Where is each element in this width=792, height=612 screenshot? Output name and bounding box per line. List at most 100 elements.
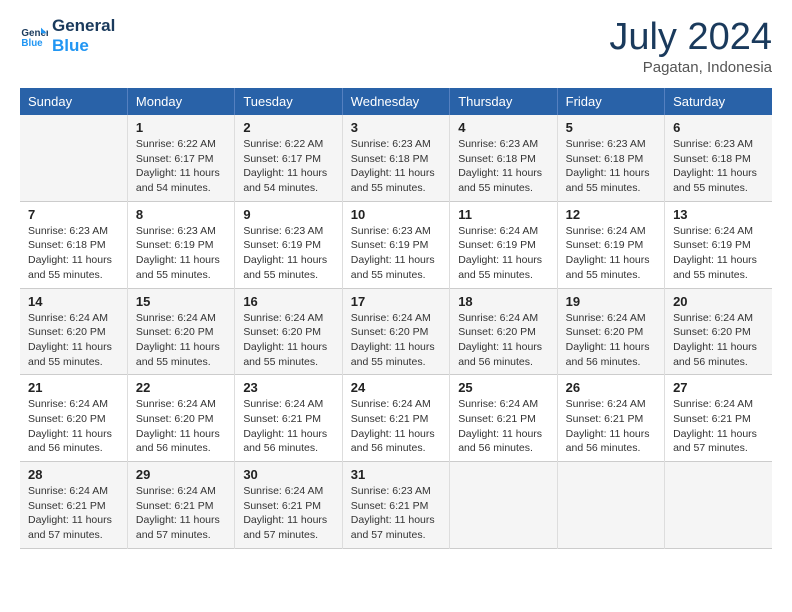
day-number: 31 — [351, 467, 441, 482]
day-info: Sunrise: 6:23 AMSunset: 6:19 PMDaylight:… — [351, 224, 441, 283]
day-info: Sunrise: 6:24 AMSunset: 6:19 PMDaylight:… — [458, 224, 548, 283]
day-number: 7 — [28, 207, 119, 222]
calendar-cell: 24 Sunrise: 6:24 AMSunset: 6:21 PMDayligh… — [342, 375, 449, 462]
day-number: 26 — [566, 380, 656, 395]
calendar-cell — [450, 462, 557, 549]
day-info: Sunrise: 6:24 AMSunset: 6:20 PMDaylight:… — [28, 311, 119, 370]
calendar-cell: 19 Sunrise: 6:24 AMSunset: 6:20 PMDayligh… — [557, 288, 664, 375]
weekday-header-friday: Friday — [557, 88, 664, 115]
calendar-cell: 31 Sunrise: 6:23 AMSunset: 6:21 PMDayligh… — [342, 462, 449, 549]
logo: General Blue General Blue — [20, 16, 115, 57]
calendar-cell: 28Sunrise: 6:24 AMSunset: 6:21 PMDayligh… — [20, 462, 127, 549]
day-info: Sunrise: 6:24 AMSunset: 6:20 PMDaylight:… — [458, 311, 548, 370]
day-number: 8 — [136, 207, 226, 222]
calendar-cell: 17 Sunrise: 6:24 AMSunset: 6:20 PMDayligh… — [342, 288, 449, 375]
logo-line1: General — [52, 16, 115, 36]
day-number: 12 — [566, 207, 656, 222]
day-number: 5 — [566, 120, 656, 135]
day-info: Sunrise: 6:24 AMSunset: 6:20 PMDaylight:… — [351, 311, 441, 370]
day-info: Sunrise: 6:24 AMSunset: 6:21 PMDaylight:… — [458, 397, 548, 456]
calendar-week-row: 14 Sunrise: 6:24 AMSunset: 6:20 PMDayligh… — [20, 288, 772, 375]
calendar-cell: 13 Sunrise: 6:24 AMSunset: 6:19 PMDayligh… — [665, 201, 772, 288]
day-number: 25 — [458, 380, 548, 395]
day-info: Sunrise: 6:24 AMSunset: 6:19 PMDaylight:… — [566, 224, 656, 283]
calendar-cell — [20, 115, 127, 201]
page-header: General Blue General Blue July 2024 Paga… — [20, 16, 772, 76]
day-number: 22 — [136, 380, 226, 395]
calendar-cell: 25 Sunrise: 6:24 AMSunset: 6:21 PMDayligh… — [450, 375, 557, 462]
day-info: Sunrise: 6:24 AMSunset: 6:20 PMDaylight:… — [673, 311, 764, 370]
calendar-cell: 1 Sunrise: 6:22 AMSunset: 6:17 PMDaylight… — [127, 115, 234, 201]
day-info: Sunrise: 6:24 AMSunset: 6:20 PMDaylight:… — [566, 311, 656, 370]
day-info: Sunrise: 6:22 AMSunset: 6:17 PMDaylight:… — [136, 137, 226, 196]
weekday-header-saturday: Saturday — [665, 88, 772, 115]
day-info: Sunrise: 6:23 AMSunset: 6:18 PMDaylight:… — [458, 137, 548, 196]
title-area: July 2024 Pagatan, Indonesia — [609, 16, 772, 76]
day-info: Sunrise: 6:24 AMSunset: 6:21 PMDaylight:… — [673, 397, 764, 456]
day-number: 18 — [458, 294, 548, 309]
day-number: 1 — [136, 120, 226, 135]
day-number: 28 — [28, 467, 119, 482]
calendar-cell: 15 Sunrise: 6:24 AMSunset: 6:20 PMDayligh… — [127, 288, 234, 375]
weekday-header-thursday: Thursday — [450, 88, 557, 115]
day-number: 29 — [136, 467, 226, 482]
day-number: 23 — [243, 380, 333, 395]
calendar-week-row: 7 Sunrise: 6:23 AMSunset: 6:18 PMDaylight… — [20, 201, 772, 288]
calendar-cell: 14 Sunrise: 6:24 AMSunset: 6:20 PMDayligh… — [20, 288, 127, 375]
calendar-cell — [557, 462, 664, 549]
calendar-cell: 6 Sunrise: 6:23 AMSunset: 6:18 PMDaylight… — [665, 115, 772, 201]
day-info: Sunrise: 6:24 AMSunset: 6:20 PMDaylight:… — [136, 311, 226, 370]
calendar-cell: 8 Sunrise: 6:23 AMSunset: 6:19 PMDaylight… — [127, 201, 234, 288]
calendar-cell — [665, 462, 772, 549]
day-info: Sunrise: 6:23 AMSunset: 6:18 PMDaylight:… — [673, 137, 764, 196]
day-number: 27 — [673, 380, 764, 395]
calendar-cell: 2 Sunrise: 6:22 AMSunset: 6:17 PMDaylight… — [235, 115, 342, 201]
calendar-week-row: 28Sunrise: 6:24 AMSunset: 6:21 PMDayligh… — [20, 462, 772, 549]
calendar-table: SundayMondayTuesdayWednesdayThursdayFrid… — [20, 88, 772, 549]
calendar-cell: 4 Sunrise: 6:23 AMSunset: 6:18 PMDaylight… — [450, 115, 557, 201]
day-info: Sunrise: 6:23 AMSunset: 6:21 PMDaylight:… — [351, 484, 441, 543]
day-info: Sunrise: 6:24 AMSunset: 6:19 PMDaylight:… — [673, 224, 764, 283]
location: Pagatan, Indonesia — [609, 59, 772, 76]
day-number: 16 — [243, 294, 333, 309]
day-info: Sunrise: 6:23 AMSunset: 6:18 PMDaylight:… — [351, 137, 441, 196]
calendar-week-row: 1 Sunrise: 6:22 AMSunset: 6:17 PMDaylight… — [20, 115, 772, 201]
day-number: 4 — [458, 120, 548, 135]
day-number: 10 — [351, 207, 441, 222]
day-info: Sunrise: 6:24 AMSunset: 6:21 PMDaylight:… — [351, 397, 441, 456]
calendar-cell: 12 Sunrise: 6:24 AMSunset: 6:19 PMDayligh… — [557, 201, 664, 288]
day-info: Sunrise: 6:23 AMSunset: 6:19 PMDaylight:… — [243, 224, 333, 283]
calendar-cell: 20Sunrise: 6:24 AMSunset: 6:20 PMDayligh… — [665, 288, 772, 375]
month-title: July 2024 — [609, 16, 772, 59]
weekday-header-sunday: Sunday — [20, 88, 127, 115]
calendar-cell: 3 Sunrise: 6:23 AMSunset: 6:18 PMDaylight… — [342, 115, 449, 201]
day-number: 17 — [351, 294, 441, 309]
calendar-cell: 10 Sunrise: 6:23 AMSunset: 6:19 PMDayligh… — [342, 201, 449, 288]
day-info: Sunrise: 6:23 AMSunset: 6:18 PMDaylight:… — [28, 224, 119, 283]
day-number: 15 — [136, 294, 226, 309]
day-number: 6 — [673, 120, 764, 135]
weekday-header-tuesday: Tuesday — [235, 88, 342, 115]
day-info: Sunrise: 6:24 AMSunset: 6:20 PMDaylight:… — [28, 397, 119, 456]
svg-text:Blue: Blue — [21, 38, 43, 49]
calendar-cell: 30Sunrise: 6:24 AMSunset: 6:21 PMDayligh… — [235, 462, 342, 549]
day-number: 14 — [28, 294, 119, 309]
day-number: 2 — [243, 120, 333, 135]
day-number: 13 — [673, 207, 764, 222]
day-number: 24 — [351, 380, 441, 395]
weekday-header-monday: Monday — [127, 88, 234, 115]
calendar-cell: 9Sunrise: 6:23 AMSunset: 6:19 PMDaylight… — [235, 201, 342, 288]
day-number: 3 — [351, 120, 441, 135]
calendar-cell: 23Sunrise: 6:24 AMSunset: 6:21 PMDayligh… — [235, 375, 342, 462]
day-number: 21 — [28, 380, 119, 395]
day-info: Sunrise: 6:24 AMSunset: 6:20 PMDaylight:… — [136, 397, 226, 456]
calendar-cell: 5Sunrise: 6:23 AMSunset: 6:18 PMDaylight… — [557, 115, 664, 201]
day-number: 19 — [566, 294, 656, 309]
day-number: 30 — [243, 467, 333, 482]
day-info: Sunrise: 6:22 AMSunset: 6:17 PMDaylight:… — [243, 137, 333, 196]
logo-icon: General Blue — [20, 22, 48, 50]
calendar-cell: 16Sunrise: 6:24 AMSunset: 6:20 PMDayligh… — [235, 288, 342, 375]
day-info: Sunrise: 6:23 AMSunset: 6:19 PMDaylight:… — [136, 224, 226, 283]
calendar-cell: 29Sunrise: 6:24 AMSunset: 6:21 PMDayligh… — [127, 462, 234, 549]
logo-line2: Blue — [52, 36, 115, 56]
